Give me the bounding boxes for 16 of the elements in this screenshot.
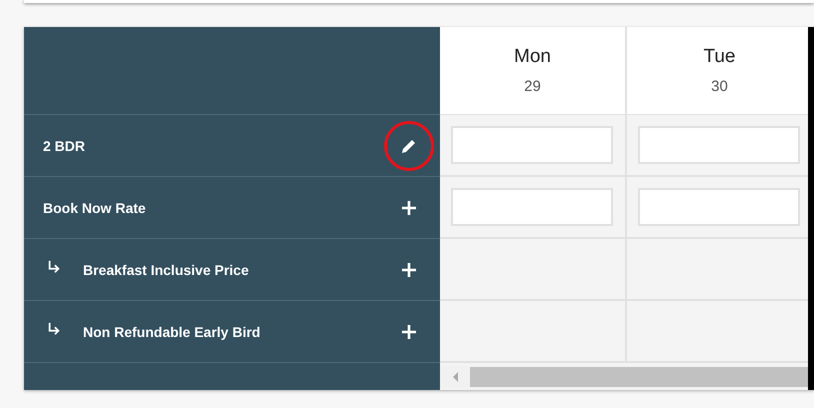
scroll-left-icon[interactable] [453, 372, 458, 382]
day-name: Mon [514, 46, 551, 68]
day-date: 29 [524, 78, 541, 95]
day-date: 30 [711, 78, 728, 95]
sub-rate-arrow-icon [47, 260, 61, 274]
rate-name: Breakfast Inclusive Price [83, 262, 250, 278]
scrollbar-thumb[interactable] [470, 367, 808, 387]
rate-name: Book Now Rate [43, 200, 147, 216]
rate-input[interactable] [451, 126, 613, 164]
room-name: 2 BDR [43, 138, 86, 154]
rate-name: Non Refundable Early Bird [83, 324, 262, 340]
rate-input[interactable] [638, 188, 800, 226]
sub-rate-arrow-icon [47, 322, 61, 336]
day-name: Tue [703, 46, 736, 68]
rate-input[interactable] [451, 188, 613, 226]
rate-input[interactable] [638, 126, 800, 164]
